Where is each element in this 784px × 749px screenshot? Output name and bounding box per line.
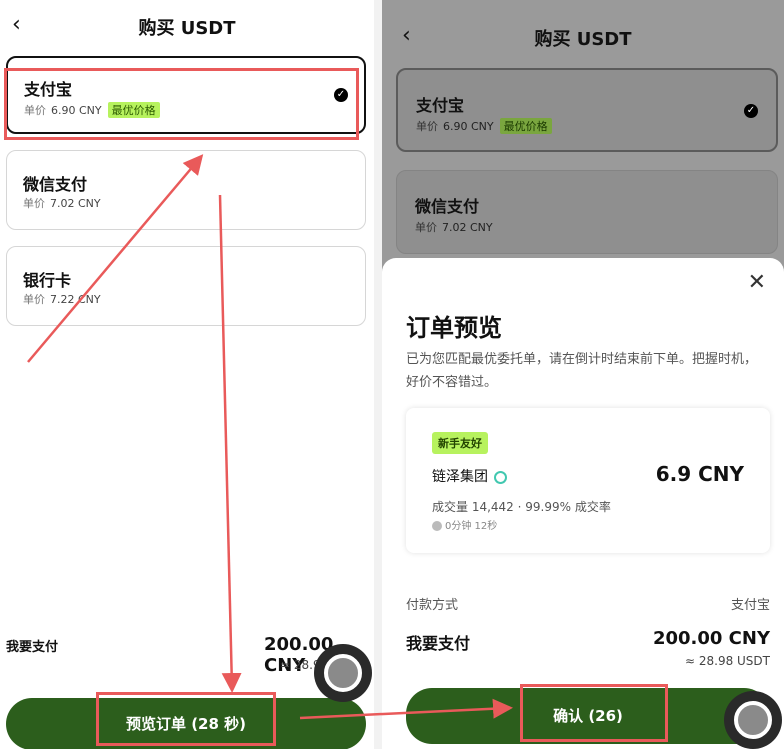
sheet-title: 订单预览 (406, 314, 502, 342)
best-price-badge: 最优价格 (499, 118, 552, 134)
annotation-highlight-box (520, 684, 668, 742)
check-icon: ✓ (744, 104, 758, 118)
merchant-time: 0分钟 12秒 (432, 517, 497, 532)
clock-icon (432, 521, 442, 531)
verified-icon (494, 470, 507, 484)
floating-assistive-button[interactable] (724, 691, 782, 749)
payment-option-wechat[interactable]: 微信支付 单价 7.02 CNY (396, 170, 778, 254)
page-title: 购买 USDT (138, 18, 236, 39)
payment-name: 微信支付 (415, 197, 480, 216)
price-label: 单价 (415, 221, 437, 234)
payment-price: 单价 7.02 CNY (415, 219, 493, 235)
left-screen: ‹ 购买 USDT 支付宝 单价 6.90 CNY 最优价格 ✓ 微信支付 单价 7.… (0, 0, 374, 749)
pay-method-label: 付款方式 (406, 598, 459, 613)
pay-label: 我要支付 (6, 640, 59, 655)
price-value: 6.90 CNY (443, 120, 494, 133)
sheet-description: 已为您匹配最优委托单，请在倒计时结束前下单。把握时机，好价不容错过。 (406, 352, 758, 390)
close-icon[interactable]: ✕ (748, 270, 766, 295)
pay-approx: ≈ 28.98 USDT (684, 654, 770, 668)
pay-method-value: 支付宝 (730, 598, 770, 613)
pay-amount: 200.00 CNY (652, 628, 770, 649)
merchant-name: 链泽集团 (432, 466, 507, 486)
payment-option-alipay[interactable]: 支付宝 单价 6.90 CNY 最优价格 ✓ (396, 68, 778, 152)
merchant-stats: 成交量 14,442 · 99.99% 成交率 (432, 500, 611, 514)
right-screen: ‹ 购买 USDT 支付宝 单价 6.90 CNY 最优价格 ✓ 微信支付 单价 7.… (382, 0, 784, 749)
merchant-card[interactable]: 新手友好 链泽集团 6.9 CNY 成交量 14,442 · 99.99% 成交… (406, 408, 770, 553)
payment-price: 单价 6.90 CNY 最优价格 (416, 118, 552, 134)
floating-assistive-button[interactable] (314, 644, 372, 702)
panel-divider (374, 0, 382, 749)
payment-price: 单价 7.22 CNY (23, 291, 101, 307)
page-title: 购买 USDT (534, 29, 632, 50)
payment-option-bankcard[interactable]: 银行卡 单价 7.22 CNY (6, 246, 366, 326)
price-label: 单价 (23, 197, 45, 210)
pay-label: 我要支付 (406, 634, 471, 653)
price-label: 单价 (416, 120, 438, 133)
price-value: 7.22 CNY (50, 293, 101, 306)
payment-option-wechat[interactable]: 微信支付 单价 7.02 CNY (6, 150, 366, 230)
merchant-price: 6.9 CNY (655, 462, 744, 486)
price-value: 7.02 CNY (50, 197, 101, 210)
annotation-highlight-box (96, 692, 276, 746)
price-value: 7.02 CNY (442, 221, 493, 234)
price-label: 单价 (23, 293, 45, 306)
payment-name: 银行卡 (23, 271, 72, 290)
header: ‹ 购买 USDT (0, 0, 374, 50)
payment-name: 微信支付 (23, 175, 88, 194)
order-preview-sheet: ✕ 订单预览 已为您匹配最优委托单，请在倒计时结束前下单。把握时机，好价不容错过… (382, 258, 784, 749)
payment-name: 支付宝 (416, 96, 465, 115)
header-dimmed: ‹ 购买 USDT (382, 0, 784, 51)
newbie-friendly-badge: 新手友好 (432, 432, 488, 454)
annotation-highlight-box (4, 68, 359, 140)
payment-price: 单价 7.02 CNY (23, 195, 101, 211)
